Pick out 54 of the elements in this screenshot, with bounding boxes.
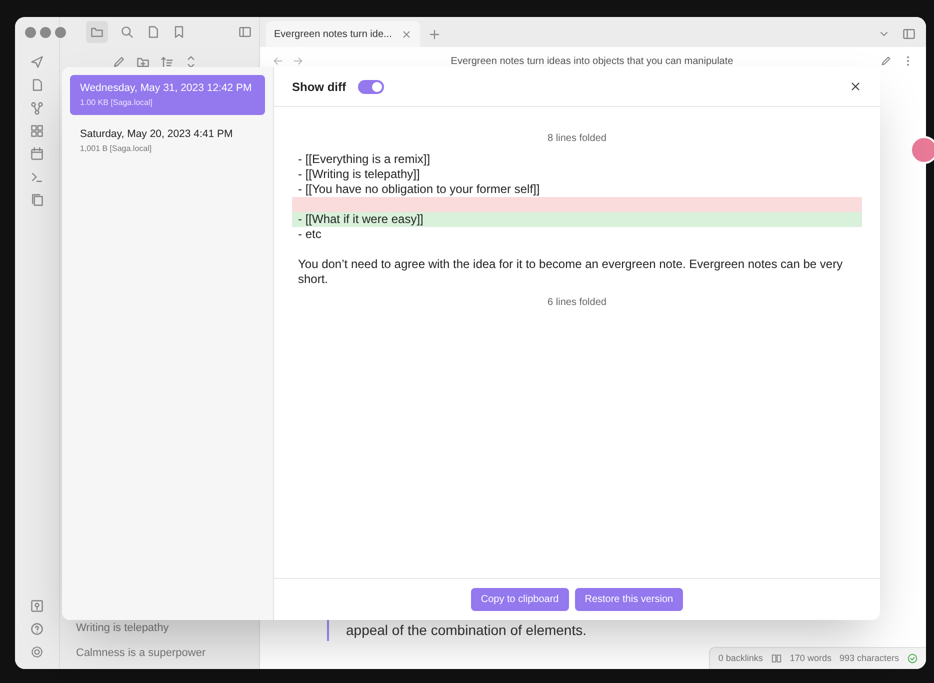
terminal-icon[interactable] <box>30 170 44 184</box>
diff-line: - etc <box>297 227 322 242</box>
diff-line: - [[Writing is telepathy]] <box>297 167 421 182</box>
window-close-button[interactable] <box>25 27 36 38</box>
window-zoom-button[interactable] <box>55 27 66 38</box>
folder-icon[interactable] <box>90 25 104 39</box>
version-size: 1,001 B [Saga.local] <box>80 142 153 154</box>
copy-button[interactable]: Copy to clipboard <box>470 588 569 611</box>
file-icon[interactable] <box>30 78 44 92</box>
note-tab[interactable]: Evergreen notes turn ide... <box>266 21 420 47</box>
window-minimize-button[interactable] <box>40 27 51 38</box>
file-item[interactable]: Calmness is a superpower <box>76 642 259 663</box>
graph-icon[interactable] <box>30 101 44 115</box>
help-icon[interactable] <box>30 622 44 636</box>
folded-lines-label: 6 lines folded <box>546 296 608 310</box>
new-folder-icon[interactable] <box>136 55 150 69</box>
show-diff-toggle[interactable] <box>358 80 384 94</box>
close-icon[interactable] <box>849 80 862 93</box>
settings-icon[interactable] <box>30 645 44 659</box>
edit-icon[interactable] <box>112 55 126 69</box>
version-date: Saturday, May 20, 2023 4:41 PM <box>80 126 234 142</box>
diff-line: - [[Everything is a remix]] <box>297 152 432 167</box>
editor-text: appeal of the combination of elements. <box>346 621 586 640</box>
version-size: 1.00 KB [Saga.local] <box>80 96 154 109</box>
version-item[interactable]: Wednesday, May 31, 2023 12:42 PM 1.00 KB [Saga.local] <box>70 75 265 115</box>
character-count: 993 characters <box>839 652 899 665</box>
sidebar-toggle-icon[interactable] <box>902 27 916 41</box>
back-arrow-icon[interactable] <box>272 55 284 67</box>
folded-lines-label: 8 lines folded <box>546 132 608 146</box>
bookmark-icon[interactable] <box>172 25 186 39</box>
pencil-icon[interactable] <box>880 55 892 67</box>
forward-arrow-icon[interactable] <box>292 55 304 67</box>
send-icon[interactable] <box>30 55 44 69</box>
file-icon[interactable] <box>146 25 160 39</box>
diff-line: You don’t need to agree with the idea for it to become an evergreen note. Evergreen notes can be very short. <box>297 257 844 287</box>
version-item[interactable]: Saturday, May 20, 2023 4:41 PM 1,001 B [Saga.local] <box>70 120 265 160</box>
restore-button[interactable]: Restore this version <box>574 588 684 611</box>
diff-line: - [[You have no obligation to your former self]] <box>297 182 541 197</box>
version-date: Wednesday, May 31, 2023 12:42 PM <box>80 81 253 96</box>
copy-icon[interactable] <box>30 193 44 207</box>
backlinks-count: 0 backlinks <box>718 652 763 665</box>
file-item[interactable]: Writing is telepathy <box>76 618 259 638</box>
sort-icon[interactable] <box>160 55 174 69</box>
map-pin-icon[interactable] <box>30 599 44 613</box>
show-diff-label: Show diff <box>292 78 346 96</box>
sync-check-icon <box>907 653 918 664</box>
book-icon <box>770 653 782 664</box>
word-count: 170 words <box>790 652 832 665</box>
plus-icon[interactable] <box>428 28 441 41</box>
note-title: Evergreen notes turn ideas into objects that you can manipulate <box>450 54 734 68</box>
grid-icon[interactable] <box>30 124 44 138</box>
sidebar-toggle-icon[interactable] <box>238 25 252 39</box>
search-icon[interactable] <box>120 25 134 39</box>
calendar-icon[interactable] <box>30 147 44 161</box>
